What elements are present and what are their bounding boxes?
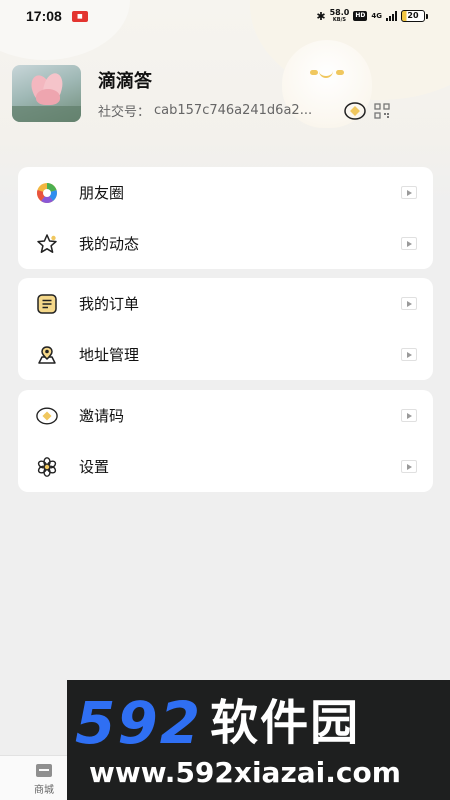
location-icon bbox=[36, 344, 58, 366]
chevron-right-icon bbox=[401, 297, 417, 310]
watermark-brand: 592 软件园 bbox=[75, 690, 447, 756]
hd-badge: HD bbox=[353, 11, 368, 21]
signal-icon bbox=[386, 11, 397, 21]
invite-code-icon bbox=[36, 405, 58, 427]
order-icon bbox=[36, 293, 58, 315]
chevron-right-icon bbox=[401, 409, 417, 422]
menu-item-address[interactable]: 地址管理 bbox=[18, 329, 433, 380]
social-id-row: 社交号： cab157c746a241d6a2... bbox=[98, 101, 390, 120]
menu-item-label: 我的订单 bbox=[79, 295, 140, 313]
menu-item-settings[interactable]: 设置 bbox=[18, 441, 433, 492]
invite-code-icon[interactable] bbox=[344, 101, 366, 120]
status-indicators: ✱ 58.0 KB/S HD 4G 20 bbox=[316, 9, 428, 23]
network-speed-unit: KB/S bbox=[332, 17, 347, 23]
menu-item-moments[interactable]: 朋友圈 bbox=[18, 167, 433, 218]
menu-item-label: 我的动态 bbox=[79, 235, 140, 253]
status-bar: 17:08 ■ ✱ 58.0 KB/S HD 4G 20 bbox=[0, 0, 450, 32]
network-speed: 58.0 KB/S bbox=[329, 8, 350, 24]
tab-shop[interactable]: 商城 bbox=[18, 764, 70, 796]
avatar[interactable] bbox=[12, 65, 81, 122]
menu-item-label: 地址管理 bbox=[79, 346, 140, 364]
chevron-right-icon bbox=[401, 460, 417, 473]
profile-info: 滴滴答 社交号： cab157c746a241d6a2... bbox=[98, 67, 390, 120]
profile-header: 滴滴答 社交号： cab157c746a241d6a2... bbox=[12, 65, 432, 122]
chevron-right-icon bbox=[401, 348, 417, 361]
network-speed-value: 58.0 bbox=[329, 8, 350, 17]
chevron-right-icon bbox=[401, 237, 417, 250]
tab-label: 商城 bbox=[34, 785, 54, 796]
social-id-label: 社交号： bbox=[98, 105, 151, 120]
watermark-brand-digits: 592 bbox=[75, 689, 203, 757]
menu-item-label: 邀请码 bbox=[79, 407, 125, 425]
menu-card-orders: 我的订单 地址管理 bbox=[18, 278, 433, 380]
watermark-url: www.592xiazai.com bbox=[89, 756, 401, 789]
network-type: 4G bbox=[371, 12, 382, 20]
social-id-value: cab157c746a241d6a2... bbox=[154, 103, 313, 118]
menu-item-label: 朋友圈 bbox=[79, 184, 125, 202]
menu-item-label: 设置 bbox=[79, 458, 110, 476]
star-icon bbox=[36, 233, 58, 255]
watermark-banner: 592 软件园 www.592xiazai.com bbox=[67, 680, 450, 800]
qr-code-icon[interactable] bbox=[374, 102, 390, 119]
menu-card-settings: 邀请码 设置 bbox=[18, 390, 433, 492]
moments-icon bbox=[36, 182, 58, 204]
username: 滴滴答 bbox=[98, 71, 152, 92]
notification-app-icon: ■ bbox=[71, 10, 88, 22]
shop-icon bbox=[36, 764, 52, 777]
battery-icon: 20 bbox=[401, 10, 428, 22]
settings-icon bbox=[36, 456, 58, 478]
watermark-brand-name: 软件园 bbox=[210, 695, 361, 751]
menu-item-my-posts[interactable]: 我的动态 bbox=[18, 218, 433, 269]
menu-item-my-orders[interactable]: 我的订单 bbox=[18, 278, 433, 329]
menu-item-invite-code[interactable]: 邀请码 bbox=[18, 390, 433, 441]
bluetooth-icon: ✱ bbox=[316, 9, 326, 23]
battery-level: 20 bbox=[401, 10, 425, 22]
menu-card-social: 朋友圈 我的动态 bbox=[18, 167, 433, 269]
chevron-right-icon bbox=[401, 186, 417, 199]
status-time: 17:08 bbox=[26, 8, 62, 24]
